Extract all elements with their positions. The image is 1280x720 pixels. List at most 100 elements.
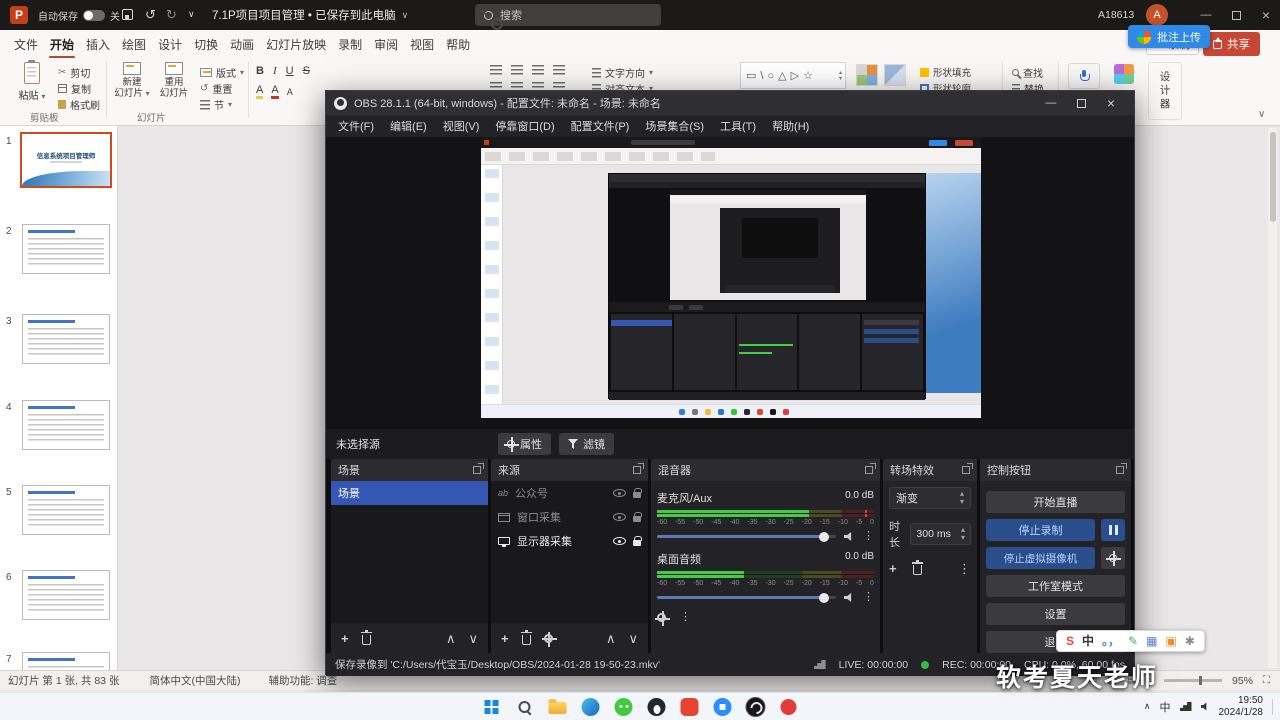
remove-transition-icon[interactable] <box>911 560 923 575</box>
find-button[interactable]: 查找 <box>1012 65 1043 80</box>
wps-icon[interactable] <box>678 695 702 719</box>
shape-arrow-icon[interactable]: ▷ <box>791 69 799 82</box>
ribbon-tab-4[interactable]: 设计 <box>152 30 188 59</box>
visibility-icon[interactable] <box>613 489 626 497</box>
transition-select[interactable]: 渐变 <box>889 487 971 509</box>
properties-button[interactable]: 属性 <box>498 433 551 455</box>
reset-button[interactable]: 重置 <box>200 81 232 96</box>
collapse-ribbon-icon[interactable] <box>1258 110 1265 120</box>
ribbon-tab-3[interactable]: 绘图 <box>116 30 152 59</box>
duration-input[interactable]: 300 ms <box>910 523 971 545</box>
italic-icon[interactable]: I <box>273 65 277 77</box>
save-icon[interactable] <box>122 9 133 20</box>
increase-indent-icon[interactable] <box>553 65 565 75</box>
popout-icon[interactable] <box>1116 463 1127 474</box>
recorder-icon[interactable] <box>777 695 801 719</box>
obs-menu-item-0[interactable]: 文件(F) <box>330 118 382 134</box>
dictate-button[interactable] <box>1068 63 1100 89</box>
mixer-dock-header[interactable]: 混音器 <box>651 459 880 481</box>
obs-menu-item-4[interactable]: 配置文件(P) <box>563 118 638 134</box>
controls-dock-header[interactable]: 控制按钮 <box>980 459 1131 481</box>
filters-button[interactable]: 滤镜 <box>559 433 614 455</box>
speaker-icon[interactable] <box>844 593 852 602</box>
avatar[interactable]: A <box>1146 4 1168 26</box>
cut-button[interactable]: 剪切 <box>58 65 90 80</box>
decrease-indent-icon[interactable] <box>532 65 544 75</box>
upload-annotation-button[interactable]: 批注上传 <box>1128 25 1210 48</box>
edge-icon[interactable] <box>579 695 603 719</box>
shape-line-icon[interactable]: \ <box>760 70 763 82</box>
ribbon-tab-5[interactable]: 切换 <box>188 30 224 59</box>
obs-minimize-icon[interactable] <box>1036 91 1066 115</box>
section-button[interactable]: 节 <box>200 97 232 112</box>
source-item[interactable]: 公众号 <box>491 481 648 505</box>
ime-toolbar[interactable]: S 中。， ✎ ▦ ▣ ✱ <box>1056 630 1205 652</box>
remove-scene-icon[interactable] <box>360 629 372 645</box>
stop-recording-button[interactable]: 停止录制 <box>986 519 1095 541</box>
format-painter-button[interactable]: 格式刷 <box>58 97 100 112</box>
popout-icon[interactable] <box>633 463 644 474</box>
ribbon-tab-2[interactable]: 插入 <box>80 30 116 59</box>
show-desktop-button[interactable] <box>1272 698 1275 715</box>
mixer-menu-icon[interactable] <box>680 612 691 623</box>
paste-button[interactable]: 粘贴 <box>12 60 52 102</box>
tray-chevron-icon[interactable] <box>1144 702 1151 711</box>
source-item[interactable]: 窗口采集 <box>491 505 648 529</box>
volume-fader[interactable] <box>657 592 874 603</box>
highlight-color-icon[interactable]: A <box>256 84 264 99</box>
add-scene-icon[interactable] <box>341 632 349 645</box>
ribbon-tab-8[interactable]: 录制 <box>332 30 368 59</box>
source-properties-icon[interactable] <box>541 631 557 647</box>
undo-icon[interactable] <box>145 8 156 21</box>
shape-star-icon[interactable]: ☆ <box>803 69 813 82</box>
ribbon-tab-1[interactable]: 开始 <box>44 30 80 59</box>
ime-indicator[interactable]: 中 <box>1160 699 1171 715</box>
pen-icon[interactable]: ✎ <box>1128 635 1138 647</box>
slide-thumbnail-3[interactable] <box>22 314 110 364</box>
settings-button[interactable]: 设置 <box>986 603 1125 625</box>
speaker-icon[interactable] <box>844 532 852 541</box>
file-explorer-icon[interactable] <box>546 695 570 719</box>
obs-menu-item-6[interactable]: 工具(T) <box>712 118 764 134</box>
scene-item[interactable]: 场景 <box>331 481 488 505</box>
bold-icon[interactable]: B <box>256 65 264 77</box>
sources-dock-header[interactable]: 来源 <box>491 459 648 481</box>
ppt-vertical-scrollbar[interactable] <box>1268 128 1277 668</box>
taskbar-clock[interactable]: 19:50 2024/1/28 <box>1219 695 1264 719</box>
volume-fader[interactable] <box>657 531 874 542</box>
popout-icon[interactable] <box>865 463 876 474</box>
obs-maximize-icon[interactable] <box>1066 91 1096 115</box>
quick-styles-icon[interactable] <box>884 64 906 86</box>
preview-video[interactable] <box>481 137 981 418</box>
visibility-icon[interactable] <box>613 513 626 521</box>
obs-menu-item-7[interactable]: 帮助(H) <box>764 118 817 134</box>
obs-menu-item-1[interactable]: 编辑(E) <box>382 118 435 134</box>
transitions-dock-header[interactable]: 转场特效 <box>883 459 977 481</box>
lock-icon[interactable] <box>633 512 642 522</box>
toggle-off-icon[interactable] <box>83 9 105 21</box>
spinner-icons[interactable] <box>960 490 964 506</box>
start-streaming-button[interactable]: 开始直播 <box>986 491 1125 513</box>
shape-fill-button[interactable]: 形状填充 <box>920 65 971 79</box>
ribbon-tab-7[interactable]: 幻灯片放映 <box>260 30 332 59</box>
fit-slide-icon[interactable]: ⛶ <box>1263 675 1270 686</box>
bullets-icon[interactable] <box>490 65 502 75</box>
source-down-icon[interactable] <box>628 632 638 645</box>
ppt-close-icon[interactable] <box>1252 0 1280 30</box>
layout-button[interactable]: 版式 <box>200 65 244 80</box>
slide-thumbnail-6[interactable] <box>22 570 110 620</box>
search-input[interactable]: 搜索 <box>475 4 661 30</box>
new-slide-button[interactable]: 新建 幻灯片 <box>112 62 152 100</box>
popout-icon[interactable] <box>473 463 484 474</box>
slide-thumbnail-1[interactable]: 信息系统项目管理师 <box>20 132 112 188</box>
strikethrough-icon[interactable]: S <box>303 65 310 77</box>
scene-up-icon[interactable] <box>446 632 456 645</box>
add-transition-icon[interactable] <box>889 562 897 575</box>
scenes-dock-header[interactable]: 场景 <box>331 459 488 481</box>
obs-titlebar[interactable]: OBS 28.1.1 (64-bit, windows) - 配置文件: 未命名… <box>326 91 1134 115</box>
source-up-icon[interactable] <box>606 632 616 645</box>
ribbon-tab-0[interactable]: 文件 <box>8 30 44 59</box>
text-direction-button[interactable]: 文字方向 <box>592 65 653 80</box>
obs-icon[interactable] <box>744 695 768 719</box>
advanced-audio-icon[interactable] <box>655 611 670 626</box>
